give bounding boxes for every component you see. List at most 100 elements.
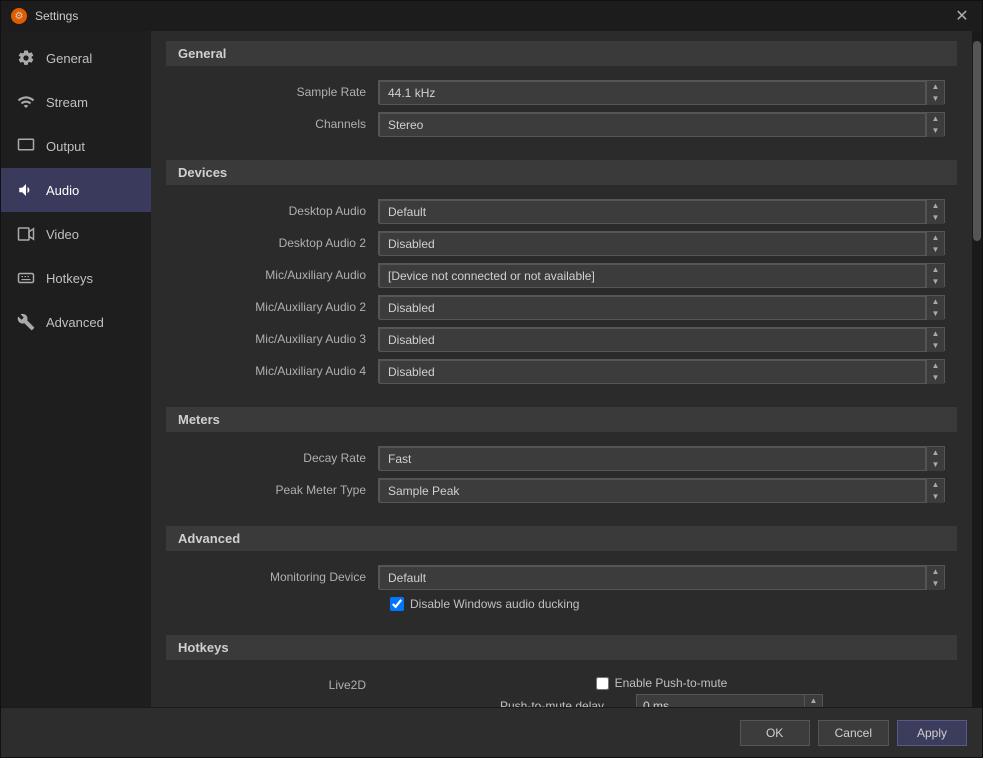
- section-header-general: General: [166, 41, 957, 66]
- sidebar-item-output[interactable]: Output: [1, 124, 151, 168]
- select-mic-audio3[interactable]: Disabled ▲ ▼: [378, 327, 945, 351]
- arrow-down-mic-audio3[interactable]: ▼: [927, 340, 944, 352]
- arrow-up-peak-meter[interactable]: ▲: [927, 479, 944, 491]
- select-box-desktop-audio[interactable]: Default: [379, 200, 926, 224]
- select-box-mic-audio2[interactable]: Disabled: [379, 296, 926, 320]
- arrow-down-mic-audio4[interactable]: ▼: [927, 372, 944, 384]
- sidebar-item-advanced[interactable]: Advanced: [1, 300, 151, 344]
- arrow-up-mic-audio2[interactable]: ▲: [927, 296, 944, 308]
- select-value-monitoring: Default: [388, 571, 426, 585]
- select-value-decay-rate: Fast: [388, 452, 411, 466]
- arrow-down-monitoring[interactable]: ▼: [927, 578, 944, 590]
- title-bar-left: ⚙ Settings: [11, 8, 78, 24]
- select-box-sample-rate[interactable]: 44.1 kHz: [379, 81, 926, 105]
- form-row-channels: Channels Stereo ▲ ▼: [166, 108, 957, 140]
- section-header-advanced: Advanced: [166, 526, 957, 551]
- select-box-desktop-audio2[interactable]: Disabled: [379, 232, 926, 256]
- select-arrows-mic-audio: ▲ ▼: [926, 264, 944, 288]
- advanced-icon: [16, 312, 36, 332]
- label-channels: Channels: [178, 117, 378, 131]
- arrow-up-mic-audio[interactable]: ▲: [927, 264, 944, 276]
- control-mic-audio4: Disabled ▲ ▼: [378, 359, 945, 383]
- checkbox-live2d-push-to-mute[interactable]: [596, 677, 609, 690]
- select-arrows-sample-rate: ▲ ▼: [926, 81, 944, 105]
- arrow-down-mic-audio[interactable]: ▼: [927, 276, 944, 288]
- sidebar-label-hotkeys: Hotkeys: [46, 271, 93, 286]
- select-box-monitoring[interactable]: Default: [379, 566, 926, 590]
- sidebar-label-general: General: [46, 51, 92, 66]
- select-box-peak-meter[interactable]: Sample Peak: [379, 479, 926, 503]
- live2d-push-to-mute-check-row: Enable Push-to-mute: [596, 676, 728, 690]
- select-mic-audio2[interactable]: Disabled ▲ ▼: [378, 295, 945, 319]
- arrow-down-desktop-audio[interactable]: ▼: [927, 212, 944, 224]
- arrow-up-desktop-audio[interactable]: ▲: [927, 200, 944, 212]
- sidebar-label-audio: Audio: [46, 183, 79, 198]
- sidebar-item-stream[interactable]: Stream: [1, 80, 151, 124]
- arrow-down-sample-rate[interactable]: ▼: [927, 93, 944, 105]
- select-decay-rate[interactable]: Fast ▲ ▼: [378, 446, 945, 470]
- label-sample-rate: Sample Rate: [178, 85, 378, 99]
- select-box-mic-audio4[interactable]: Disabled: [379, 360, 926, 384]
- select-value-desktop-audio2: Disabled: [388, 237, 435, 251]
- label-desktop-audio2: Desktop Audio 2: [178, 236, 378, 250]
- control-desktop-audio: Default ▲ ▼: [378, 199, 945, 223]
- arrow-up-decay-rate[interactable]: ▲: [927, 447, 944, 459]
- footer: OK Cancel Apply: [1, 707, 982, 757]
- sidebar-item-video[interactable]: Video: [1, 212, 151, 256]
- arrow-up-monitoring[interactable]: ▲: [927, 566, 944, 578]
- select-arrows-monitoring: ▲ ▼: [926, 566, 944, 590]
- cancel-button[interactable]: Cancel: [818, 720, 889, 746]
- scrollbar-thumb[interactable]: [973, 41, 981, 241]
- select-mic-audio[interactable]: [Device not connected or not available] …: [378, 263, 945, 287]
- section-advanced: Advanced Monitoring Device Default ▲: [166, 526, 957, 623]
- select-box-mic-audio3[interactable]: Disabled: [379, 328, 926, 352]
- select-sample-rate[interactable]: 44.1 kHz ▲ ▼: [378, 80, 945, 104]
- select-value-mic-audio3: Disabled: [388, 333, 435, 347]
- arrow-down-peak-meter[interactable]: ▼: [927, 491, 944, 503]
- checkbox-ducking[interactable]: [390, 597, 404, 611]
- arrow-down-mic-audio2[interactable]: ▼: [927, 308, 944, 320]
- select-value-peak-meter: Sample Peak: [388, 484, 459, 498]
- sidebar-label-output: Output: [46, 139, 85, 154]
- select-desktop-audio2[interactable]: Disabled ▲ ▼: [378, 231, 945, 255]
- select-box-channels[interactable]: Stereo: [379, 113, 926, 137]
- select-desktop-audio[interactable]: Default ▲ ▼: [378, 199, 945, 223]
- window-title: Settings: [35, 9, 78, 23]
- select-arrows-desktop-audio: ▲ ▼: [926, 200, 944, 224]
- form-row-mic-audio4: Mic/Auxiliary Audio 4 Disabled ▲ ▼: [166, 355, 957, 387]
- control-monitoring: Default ▲ ▼: [378, 565, 945, 589]
- select-arrows-channels: ▲ ▼: [926, 113, 944, 137]
- arrow-up-sample-rate[interactable]: ▲: [927, 81, 944, 93]
- label-decay-rate: Decay Rate: [178, 451, 378, 465]
- arrow-down-decay-rate[interactable]: ▼: [927, 459, 944, 471]
- select-box-mic-audio[interactable]: [Device not connected or not available]: [379, 264, 926, 288]
- arrow-down-desktop-audio2[interactable]: ▼: [927, 244, 944, 256]
- form-row-monitoring: Monitoring Device Default ▲ ▼: [166, 561, 957, 593]
- input-live2d-push-to-mute-delay[interactable]: ▲ ▼: [636, 694, 823, 707]
- sidebar-item-audio[interactable]: Audio: [1, 168, 151, 212]
- stream-icon: [16, 92, 36, 112]
- arrows-live2d-mute-delay: ▲ ▼: [804, 695, 822, 707]
- sidebar-item-general[interactable]: General: [1, 36, 151, 80]
- select-monitoring[interactable]: Default ▲ ▼: [378, 565, 945, 589]
- apply-button[interactable]: Apply: [897, 720, 967, 746]
- arrow-up-mic-audio3[interactable]: ▲: [927, 328, 944, 340]
- select-arrows-mic-audio3: ▲ ▼: [926, 328, 944, 352]
- control-mic-audio: [Device not connected or not available] …: [378, 263, 945, 287]
- close-button[interactable]: ✕: [952, 6, 972, 26]
- scrollbar[interactable]: [972, 31, 982, 707]
- arrow-down-channels[interactable]: ▼: [927, 125, 944, 137]
- select-value-channels: Stereo: [388, 118, 423, 132]
- ok-button[interactable]: OK: [740, 720, 810, 746]
- arrow-up-live2d-mute-delay[interactable]: ▲: [805, 695, 822, 707]
- select-channels[interactable]: Stereo ▲ ▼: [378, 112, 945, 136]
- select-peak-meter[interactable]: Sample Peak ▲ ▼: [378, 478, 945, 502]
- select-mic-audio4[interactable]: Disabled ▲ ▼: [378, 359, 945, 383]
- section-body-general: Sample Rate 44.1 kHz ▲ ▼: [166, 68, 957, 148]
- arrow-up-desktop-audio2[interactable]: ▲: [927, 232, 944, 244]
- select-box-decay-rate[interactable]: Fast: [379, 447, 926, 471]
- sidebar-item-hotkeys[interactable]: Hotkeys: [1, 256, 151, 300]
- arrow-up-channels[interactable]: ▲: [927, 113, 944, 125]
- arrow-up-mic-audio4[interactable]: ▲: [927, 360, 944, 372]
- delay-input-live2d-mute[interactable]: [637, 695, 804, 707]
